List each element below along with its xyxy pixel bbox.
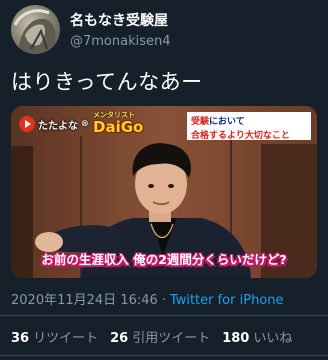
tweet: 名もなき受験屋 @7monakisen4 はりきってんなあー たたよな ⊗ メン… [0,0,328,360]
quote-tweet-count[interactable]: 26 引用ツイート [110,327,210,346]
tweet-media-image[interactable]: たたよな ⊗ メンタリスト DaiGo 受験において 合格するより大切なこと お… [11,106,317,278]
like-count[interactable]: 180 いいね [222,327,292,346]
collab-x-icon: ⊗ [81,119,89,129]
user-handle[interactable]: @7monakisen4 [70,34,171,49]
retweet-count[interactable]: 36 リツイート [11,327,98,346]
retweet-count-label: リツイート [33,331,99,346]
meta-separator: · [161,293,166,308]
retweet-count-number: 36 [11,331,30,346]
avatar[interactable] [11,5,60,54]
tweet-timestamp[interactable]: 2020年11月24日 16:46 [11,293,158,308]
topic-note-line1: 受験において [191,114,307,127]
tweet-source-link[interactable]: Twitter for iPhone [170,293,284,308]
play-icon [19,116,35,132]
tweet-meta: 2020年11月24日 16:46 · Twitter for iPhone [11,289,284,308]
guest-name: DaiGo [93,118,144,136]
engagement-stats: 36 リツイート 26 引用ツイート 180 いいね [11,327,292,346]
show-logo: たたよな ⊗ [19,116,89,132]
topic-note: 受験において 合格するより大切なこと [187,112,311,141]
like-count-number: 180 [222,331,250,346]
divider-top [0,315,328,316]
quote-tweet-count-label: 引用ツイート [132,331,211,346]
avatar-illustration [13,9,56,54]
like-count-label: いいね [253,331,293,346]
topic-note-highlight: 受験 [191,117,210,127]
quote-tweet-count-number: 26 [110,331,129,346]
topic-note-rest: において [209,117,245,127]
show-logo-text: たたよな [38,120,78,132]
divider-bottom [0,355,328,356]
topic-note-line2: 合格するより大切なこと [191,131,290,141]
video-caption: お前の生涯収入 俺の2週間分くらいだけど? [41,252,287,267]
display-name[interactable]: 名もなき受験屋 [70,10,168,30]
tweet-text: はりきってんなあー [11,70,203,94]
